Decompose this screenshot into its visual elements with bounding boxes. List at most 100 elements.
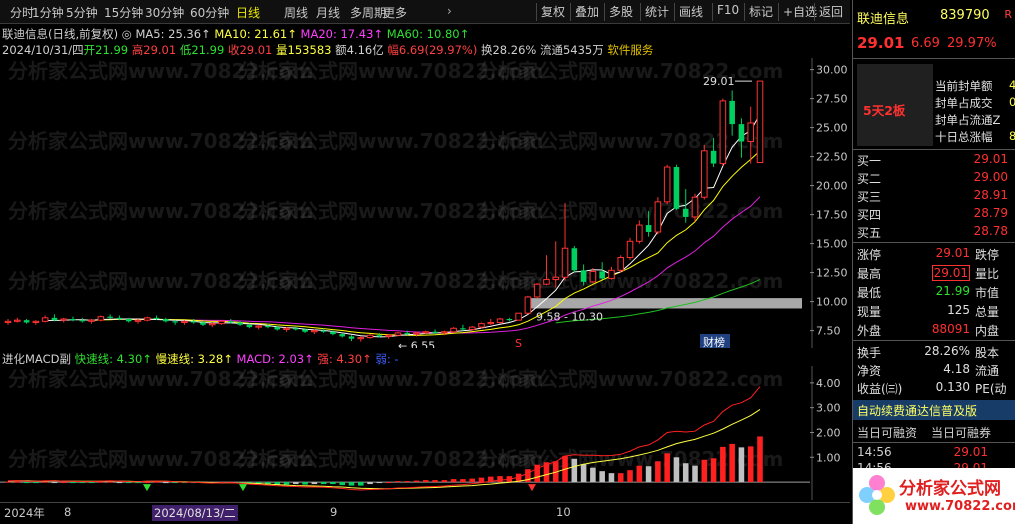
bid-label: 买三 (857, 190, 882, 204)
macd-bar (107, 481, 113, 483)
macd-header: 进化MACD副 快速线: 4.30↑ 慢速线: 3.28↑ MACD: 2.03… (2, 351, 399, 367)
candle (357, 337, 365, 340)
candle (283, 327, 290, 330)
candlestick-chart[interactable]: 分析家公式网www.70822.com 分析家公式网www.70822.com 分析… (0, 58, 850, 348)
date-axis: 2024年 8 2024/08/13/二 9 10 (0, 502, 850, 524)
logo-icon (859, 475, 895, 515)
candle (143, 317, 151, 321)
candle (441, 331, 448, 334)
period-tab[interactable]: 周线 (284, 4, 308, 21)
macd-bar (757, 436, 763, 483)
candle (738, 124, 745, 142)
macd-bar (144, 482, 151, 484)
period-tab[interactable]: 更多 (383, 4, 407, 21)
candle (460, 328, 466, 330)
fin-row: 净资 4.18 流通 (853, 362, 1015, 378)
banner[interactable]: 自动续费通达信普及版 (853, 400, 1015, 420)
macd-bar (655, 461, 661, 483)
period-tab[interactable]: 日线 (236, 4, 260, 21)
tool-button[interactable]: 叠加 (572, 3, 602, 20)
price-tick: 15.00 (816, 238, 848, 251)
ma60-label: MA60: 10.80↑ (386, 27, 470, 41)
stat-row: 涨停 29.01 跌停 (853, 246, 1015, 262)
tool-button[interactable]: 标记 (746, 3, 776, 20)
bid-label: 买五 (857, 226, 882, 240)
margin-head: 当日可融资 当日可融券 (853, 424, 1015, 440)
macd-chart[interactable]: 4.003.002.001.00分析家公式网www.70822.com分析家公式… (0, 366, 850, 500)
tool-button[interactable]: 统计 (642, 3, 672, 20)
turnover-label: 换28.26% (480, 43, 537, 57)
price-tick: 10.00 (816, 296, 848, 309)
date-aug: 8 (64, 505, 72, 519)
candle (404, 332, 410, 335)
candle (701, 150, 708, 198)
period-tab[interactable]: 60分钟 (190, 4, 229, 21)
stat-key: 内盘 (975, 324, 1000, 338)
period-tab[interactable]: 分时 (10, 4, 34, 21)
tick-price: 29.01 (953, 445, 988, 459)
stat-key: 最高 (857, 267, 882, 281)
candle (13, 319, 21, 322)
margin-short: 当日可融券 (931, 426, 992, 440)
watermark-text: 分析家公式网www.70822.com (478, 199, 783, 223)
price-tick: 20.00 (816, 180, 848, 193)
tool-button[interactable]: 多股 (606, 3, 636, 20)
price-tick: 22.50 (816, 151, 848, 164)
period-tab[interactable]: 多周期 (350, 4, 386, 21)
toolbar: 分时 1分钟 5分钟 15分钟 30分钟 60分钟 日线 周线 月线 多周期 更多 › 复权 叠加 多股统… (0, 0, 850, 24)
macd-bar (51, 482, 58, 484)
logo-banner: 分析家公式网 www.70822.com (853, 468, 1015, 524)
macd-bar (339, 482, 346, 486)
price-row: 29.01 6.69 29.97% (853, 34, 1015, 54)
tick-row: 14:56 29.01 (853, 445, 1015, 461)
candle (682, 208, 689, 217)
candle (450, 327, 457, 333)
stat-row: 现量 125 总量 (853, 303, 1015, 319)
bid-row: 买二 29.00 (853, 170, 1015, 186)
candle (394, 332, 402, 336)
candle (580, 270, 587, 282)
chevron-right-icon[interactable]: › (447, 4, 452, 18)
tick-time: 14:56 (857, 445, 892, 459)
stat-key: 外盘 (857, 324, 882, 338)
candle (200, 322, 206, 325)
period-tab[interactable]: 月线 (316, 4, 340, 21)
candle (552, 276, 560, 281)
candle (41, 317, 49, 322)
bid-row: 买四 28.79 (853, 206, 1015, 222)
fin-value: 28.26% (924, 344, 970, 358)
candle (88, 319, 95, 322)
tool-button[interactable]: 返回 (816, 3, 846, 20)
macd-bar (664, 453, 670, 483)
macd-bar (608, 473, 615, 483)
period-tab[interactable]: 15分钟 (104, 4, 143, 21)
period-tab[interactable]: 1分钟 (32, 4, 64, 21)
volume-label: 量153583 (276, 43, 332, 57)
macd-strong: 强: 4.30↑ (317, 352, 372, 366)
candle (255, 325, 262, 328)
price-change: 6.69 (911, 36, 940, 51)
candle (663, 166, 671, 203)
signal-arrow-icon (239, 484, 247, 492)
tool-button[interactable]: F10 (714, 3, 742, 17)
candle (608, 269, 615, 279)
price-change-pct: 29.97% (947, 36, 997, 51)
candle (97, 316, 105, 321)
bid-price: 29.00 (973, 170, 1008, 184)
fin-key: PE(动 (975, 382, 1007, 396)
macd-bar (682, 463, 689, 483)
macd-bar (14, 481, 21, 483)
period-tab[interactable]: 30分钟 (145, 4, 184, 21)
tool-button[interactable]: 画线 (676, 3, 706, 20)
price-tick: 27.50 (816, 93, 848, 106)
candle (719, 100, 727, 165)
macd-bar (617, 473, 624, 483)
price-tick: 25.00 (816, 122, 848, 135)
tool-button[interactable]: 复权 (538, 3, 568, 20)
signal-arrow-icon (528, 484, 536, 492)
dropdown-icon[interactable]: ◎ (122, 27, 132, 41)
period-tab[interactable]: 5分钟 (66, 4, 98, 21)
candle (515, 312, 522, 321)
stat-value: 125 (947, 303, 970, 317)
quote-panel: 联迪信息 839790 R 29.01 6.69 29.97% 5天2板 当前封… (852, 0, 1015, 524)
